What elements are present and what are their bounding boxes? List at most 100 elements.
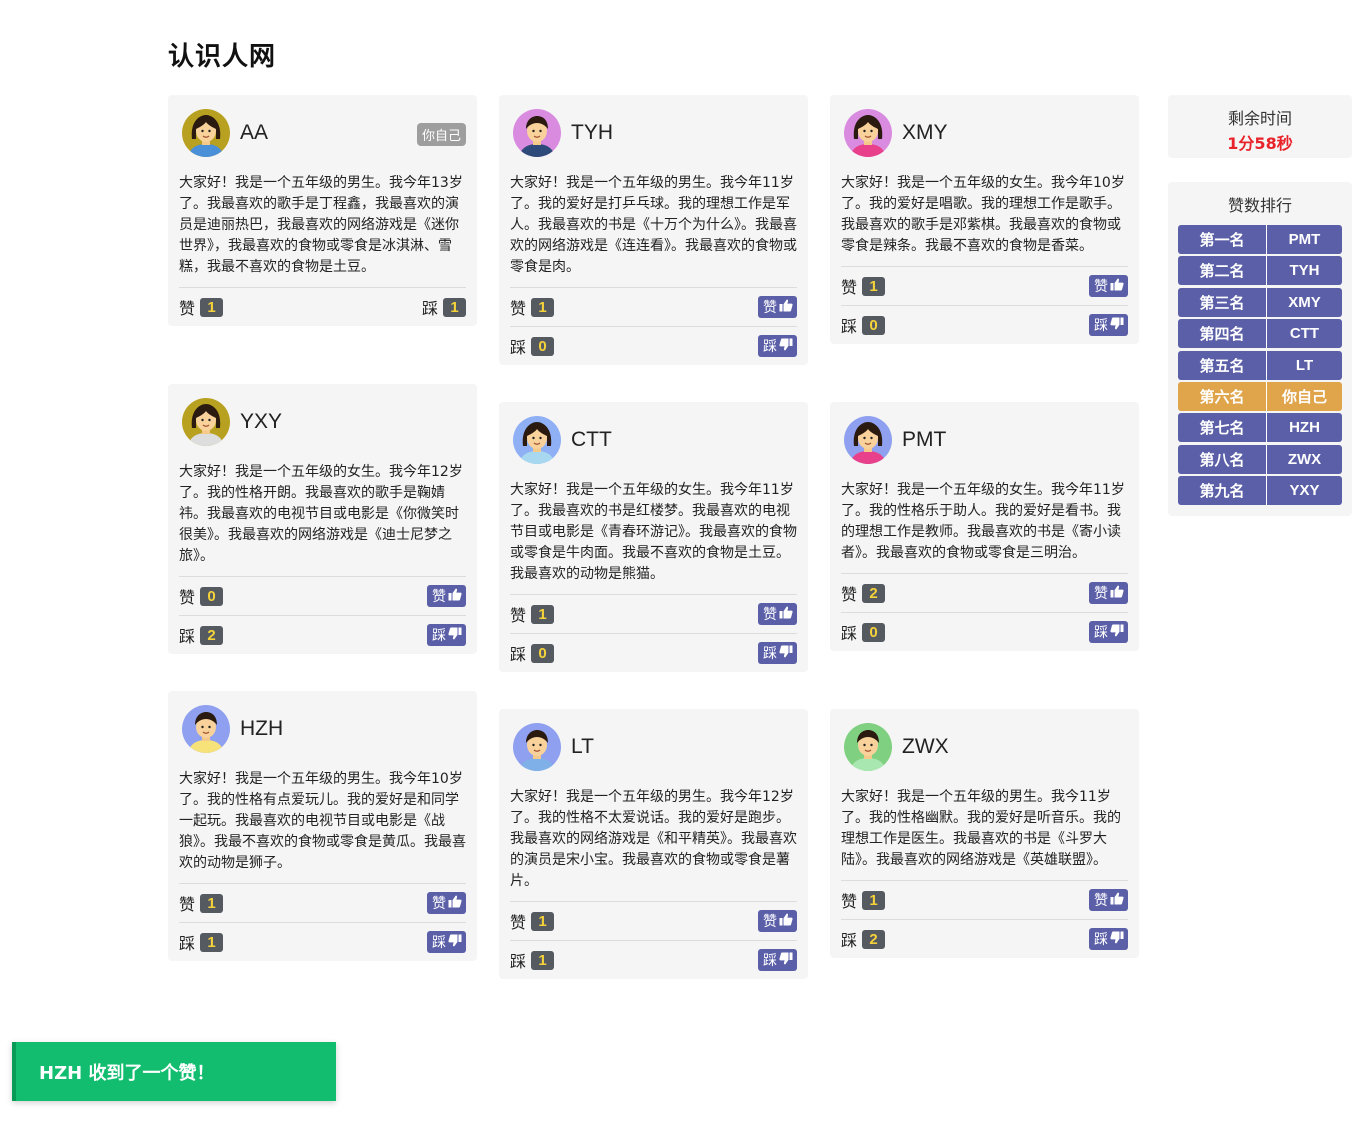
dislike-label: 踩: [179, 934, 196, 953]
dislike-button[interactable]: 踩: [758, 335, 797, 357]
like-button[interactable]: 赞: [1089, 889, 1128, 911]
like-row: 赞1 赞: [510, 594, 797, 633]
vote-row: 赞1 踩1: [179, 287, 466, 326]
dislike-button[interactable]: 踩: [1089, 928, 1128, 950]
thumbs-down-icon: [1108, 317, 1124, 334]
dislike-count: 0: [862, 622, 886, 642]
like-count: 1: [531, 911, 555, 931]
dislike-row: 踩0 踩: [510, 633, 797, 672]
timer-value: 1分58秒: [1227, 134, 1293, 153]
dislike-label: 踩: [841, 931, 858, 950]
like-button-label: 赞: [432, 589, 446, 605]
profile-intro: 大家好！我是一个五年级的男生。我今年10岁了。我的性格有点爱玩儿。我的爱好是和同…: [179, 771, 466, 871]
like-button[interactable]: 赞: [758, 296, 797, 318]
like-button[interactable]: 赞: [758, 910, 797, 932]
profile-card: ZWX 大家好！我是一个五年级的男生。我今11岁了。我的性格幽默。我的爱好是听音…: [830, 709, 1139, 958]
profile-name: HZH: [240, 717, 284, 740]
dislike-button-label: 踩: [1094, 932, 1108, 948]
like-label: 赞: [179, 895, 196, 914]
male-avatar-icon: [513, 723, 561, 771]
dislike-button[interactable]: 踩: [1089, 621, 1128, 643]
rank-name: XMY: [1267, 287, 1342, 317]
card-header: PMT: [841, 414, 1128, 466]
profile-card: TYH 大家好！我是一个五年级的男生。我今年11岁了。我的爱好是打乒乓球。我的理…: [499, 95, 808, 365]
male-avatar-icon: [513, 109, 561, 157]
rank-position: 第八名: [1178, 444, 1267, 474]
like-count: 1: [862, 276, 886, 296]
like-label: 赞: [841, 278, 858, 297]
thumbs-up-icon: [446, 588, 462, 605]
dislike-button-label: 踩: [763, 339, 777, 355]
rank-position: 第九名: [1178, 476, 1267, 506]
profile-card: LT 大家好！我是一个五年级的男生。我今年12岁了。我的性格不太爱说话。我的爱好…: [499, 709, 808, 979]
timer-label: 剩余时间: [1227, 109, 1292, 128]
profile-card: HZH 大家好！我是一个五年级的男生。我今年10岁了。我的性格有点爱玩儿。我的爱…: [168, 691, 477, 961]
like-button[interactable]: 赞: [1089, 275, 1128, 297]
female-avatar-icon: [182, 109, 230, 157]
dislike-button-label: 踩: [432, 935, 446, 951]
like-button[interactable]: 赞: [758, 603, 797, 625]
thumbs-down-icon: [1108, 931, 1124, 948]
dislike-count: 0: [531, 336, 555, 356]
dislike-count: 0: [531, 643, 555, 663]
like-row: 赞1 赞: [510, 287, 797, 326]
profile-card: CTT 大家好！我是一个五年级的女生。我今年11岁了。我最喜欢的书是红楼梦。我最…: [499, 402, 808, 672]
profile-card: XMY 大家好！我是一个五年级的女生。我今年10岁了。我的爱好是唱歌。我的理想工…: [830, 95, 1139, 344]
thumbs-up-icon: [777, 913, 793, 930]
profile-card: AA 你自己 大家好！我是一个五年级的男生。我今年13岁了。我最喜欢的歌手是丁程…: [168, 95, 477, 326]
card-header: HZH: [179, 703, 466, 755]
thumbs-down-icon: [777, 952, 793, 969]
thumbs-down-icon: [446, 934, 462, 951]
ranking-row: 第七名 HZH: [1178, 413, 1342, 443]
profile-card: PMT 大家好！我是一个五年级的女生。我今年11岁了。我的性格乐于助人。我的爱好…: [830, 402, 1139, 651]
profile-intro: 大家好！我是一个五年级的女生。我今年12岁了。我的性格开朗。我最喜欢的歌手是鞠婧…: [179, 464, 463, 564]
dislike-row: 踩1 踩: [179, 922, 466, 961]
dislike-row: 踩2 踩: [841, 919, 1128, 958]
card-header: XMY: [841, 107, 1128, 159]
ranking-row: 第九名 YXY: [1178, 476, 1342, 506]
profile-intro: 大家好！我是一个五年级的女生。我今年11岁了。我的性格乐于助人。我的爱好是看书。…: [841, 482, 1125, 561]
like-label: 赞: [841, 585, 858, 604]
like-row: 赞0 赞: [179, 576, 466, 615]
thumbs-down-icon: [446, 627, 462, 644]
ranking-row: 第三名 XMY: [1178, 287, 1342, 317]
card-header: AA 你自己: [179, 107, 466, 159]
dislike-count: 0: [862, 315, 886, 335]
dislike-button[interactable]: 踩: [427, 931, 466, 953]
like-button[interactable]: 赞: [427, 892, 466, 914]
profile-intro: 大家好！我是一个五年级的男生。我今年11岁了。我的爱好是打乒乓球。我的理想工作是…: [510, 175, 797, 275]
dislike-button[interactable]: 踩: [758, 642, 797, 664]
like-button-label: 赞: [763, 914, 777, 930]
profile-name: CTT: [571, 428, 612, 451]
like-row: 赞1 赞: [510, 901, 797, 940]
dislike-label: 踩: [510, 338, 527, 357]
ranking-title: 赞数排行: [1227, 196, 1292, 215]
like-count: 1: [862, 890, 886, 910]
like-button-label: 赞: [763, 300, 777, 316]
female-avatar-icon: [513, 416, 561, 464]
rank-position: 第二名: [1178, 256, 1267, 286]
ranking-row: 第二名 TYH: [1178, 256, 1342, 286]
like-button[interactable]: 赞: [1089, 582, 1128, 604]
dislike-button[interactable]: 踩: [427, 624, 466, 646]
profile-name: PMT: [902, 428, 947, 451]
profile-name: YXY: [240, 410, 283, 433]
self-badge: 你自己: [416, 123, 466, 146]
rank-name: 你自己: [1267, 381, 1342, 411]
ranking-row: 第八名 ZWX: [1178, 444, 1342, 474]
card-header: CTT: [510, 414, 797, 466]
dislike-button[interactable]: 踩: [1089, 314, 1128, 336]
profile-name: TYH: [571, 121, 613, 144]
profile-intro: 大家好！我是一个五年级的男生。我今年12岁了。我的性格不太爱说话。我的爱好是跑步…: [510, 789, 797, 889]
rank-position: 第五名: [1178, 350, 1267, 380]
like-button[interactable]: 赞: [427, 585, 466, 607]
like-label: 赞: [510, 606, 527, 625]
rank-position: 第七名: [1178, 413, 1267, 443]
ranking-row: 第一名 PMT: [1178, 225, 1342, 254]
card-header: TYH: [510, 107, 797, 159]
rank-name: HZH: [1267, 413, 1342, 443]
like-count: 2: [862, 583, 886, 603]
like-row: 赞1 赞: [841, 266, 1128, 305]
dislike-button[interactable]: 踩: [758, 949, 797, 971]
dislike-row: 踩1 踩: [510, 940, 797, 979]
